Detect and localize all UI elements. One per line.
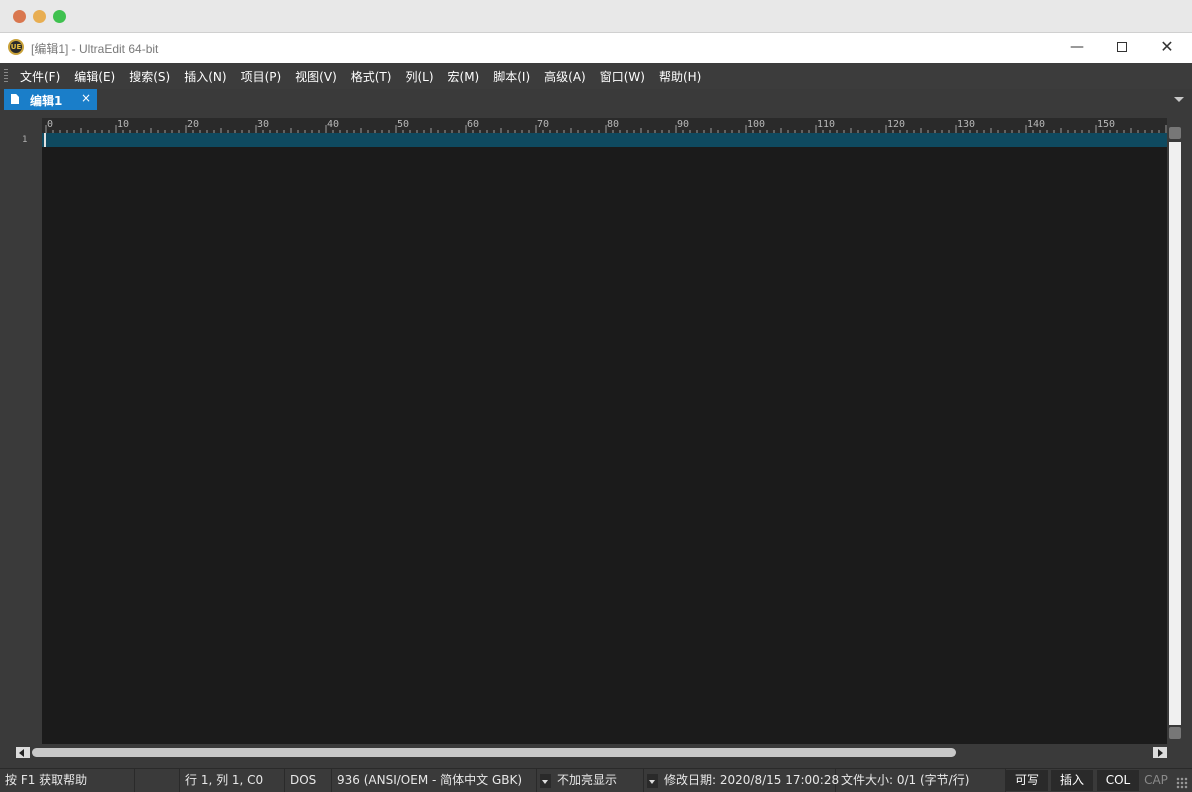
column-ruler: 010203040506070809010011012013014015016	[42, 118, 1167, 133]
close-window-dot[interactable]	[13, 10, 26, 23]
mac-window-bar	[0, 0, 1192, 33]
document-icon	[11, 94, 19, 104]
maximize-button[interactable]	[1099, 33, 1145, 63]
ruler-label: 150	[1097, 119, 1115, 130]
title-bar: UE [编辑1] - UltraEdit 64-bit — ✕	[0, 33, 1192, 63]
menu-insert[interactable]: 插入(N)	[178, 68, 234, 85]
ruler-label: 90	[677, 119, 689, 130]
line-number: 1	[22, 135, 28, 145]
status-encoding[interactable]: 936 (ANSI/OEM - 简体中文 GBK)	[332, 769, 537, 792]
status-line-ending[interactable]: DOS	[285, 769, 332, 792]
menu-help[interactable]: 帮助(H)	[653, 68, 709, 85]
toolbar-grip-icon[interactable]	[4, 69, 8, 83]
editor-pane: 010203040506070809010011012013014015016 …	[0, 110, 1192, 768]
menu-view[interactable]: 视图(V)	[289, 68, 345, 85]
vertical-scrollbar[interactable]	[1167, 120, 1183, 744]
menu-search[interactable]: 搜索(S)	[123, 68, 178, 85]
horizontal-scroll-track[interactable]	[30, 747, 1153, 758]
menu-edit[interactable]: 编辑(E)	[68, 68, 123, 85]
ruler-label: 0	[47, 119, 53, 130]
text-editing-area[interactable]	[42, 133, 1167, 744]
menu-window[interactable]: 窗口(W)	[594, 68, 653, 85]
highlight-dropdown-icon[interactable]	[540, 774, 551, 788]
scroll-down-icon[interactable]	[1169, 727, 1181, 739]
caps-lock-indicator: CAP	[1144, 773, 1168, 787]
status-modified-date: 修改日期: 2020/8/15 17:00:28	[659, 769, 839, 792]
current-line-highlight	[42, 133, 1167, 147]
ruler-label: 110	[817, 119, 835, 130]
ruler-label: 120	[887, 119, 905, 130]
minimize-button[interactable]: —	[1054, 33, 1100, 63]
column-mode-toggle[interactable]: COL	[1097, 770, 1139, 791]
minimize-window-dot[interactable]	[33, 10, 46, 23]
menu-script[interactable]: 脚本(I)	[487, 68, 538, 85]
ruler-scale: 010203040506070809010011012013014015016	[45, 119, 1167, 133]
ruler-label: 70	[537, 119, 549, 130]
zoom-window-dot[interactable]	[53, 10, 66, 23]
status-cursor-position[interactable]: 行 1, 列 1, C0	[180, 769, 285, 792]
line-number-gutter: 1	[8, 133, 42, 744]
ruler-label: 40	[327, 119, 339, 130]
scroll-up-icon[interactable]	[1169, 127, 1181, 139]
menu-project[interactable]: 项目(P)	[235, 68, 290, 85]
modified-dropdown-icon[interactable]	[647, 774, 658, 788]
ruler-label: 100	[747, 119, 765, 130]
status-syntax-highlight[interactable]: 不加亮显示	[552, 769, 644, 792]
resize-grip-icon[interactable]	[1176, 777, 1188, 789]
vertical-scroll-track[interactable]	[1169, 142, 1181, 725]
ruler-label: 30	[257, 119, 269, 130]
menu-file[interactable]: 文件(F)	[14, 68, 68, 85]
scroll-right-icon[interactable]	[1153, 747, 1167, 758]
tab-label: 编辑1	[30, 94, 63, 108]
status-help-text: 按 F1 获取帮助	[0, 769, 135, 792]
insert-mode-toggle[interactable]: 插入	[1051, 770, 1093, 791]
ultraedit-logo-icon: UE	[8, 39, 24, 55]
horizontal-scrollbar[interactable]	[8, 744, 1167, 760]
status-spacer	[135, 769, 180, 792]
horizontal-scroll-thumb[interactable]	[32, 748, 956, 757]
close-button[interactable]: ✕	[1144, 33, 1190, 63]
ruler-label: 50	[397, 119, 409, 130]
ruler-label: 10	[117, 119, 129, 130]
menu-format[interactable]: 格式(T)	[345, 68, 400, 85]
tab-edit1[interactable]: 编辑1 ×	[4, 89, 97, 110]
menu-advanced[interactable]: 高级(A)	[538, 68, 594, 85]
window-title: [编辑1] - UltraEdit 64-bit	[31, 42, 159, 56]
write-mode-toggle[interactable]: 可写	[1006, 770, 1048, 791]
menu-macro[interactable]: 宏(M)	[442, 68, 488, 85]
ruler-label: 130	[957, 119, 975, 130]
tab-list-dropdown-icon[interactable]	[1174, 97, 1184, 102]
status-bar: 按 F1 获取帮助 行 1, 列 1, C0 DOS 936 (ANSI/OEM…	[0, 768, 1192, 792]
text-caret	[44, 133, 46, 147]
menu-bar: 文件(F) 编辑(E) 搜索(S) 插入(N) 项目(P) 视图(V) 格式(T…	[0, 63, 1192, 89]
scroll-left-icon[interactable]	[16, 747, 30, 758]
status-file-size: 文件大小: 0/1 (字节/行)	[836, 769, 1006, 792]
ruler-label: 60	[467, 119, 479, 130]
document-tab-bar: 编辑1 ×	[0, 89, 1192, 110]
ruler-label: 20	[187, 119, 199, 130]
tab-close-button[interactable]: ×	[81, 91, 91, 105]
ruler-label: 80	[607, 119, 619, 130]
menu-column[interactable]: 列(L)	[399, 68, 441, 85]
maximize-icon	[1117, 42, 1127, 52]
ruler-label: 140	[1027, 119, 1045, 130]
